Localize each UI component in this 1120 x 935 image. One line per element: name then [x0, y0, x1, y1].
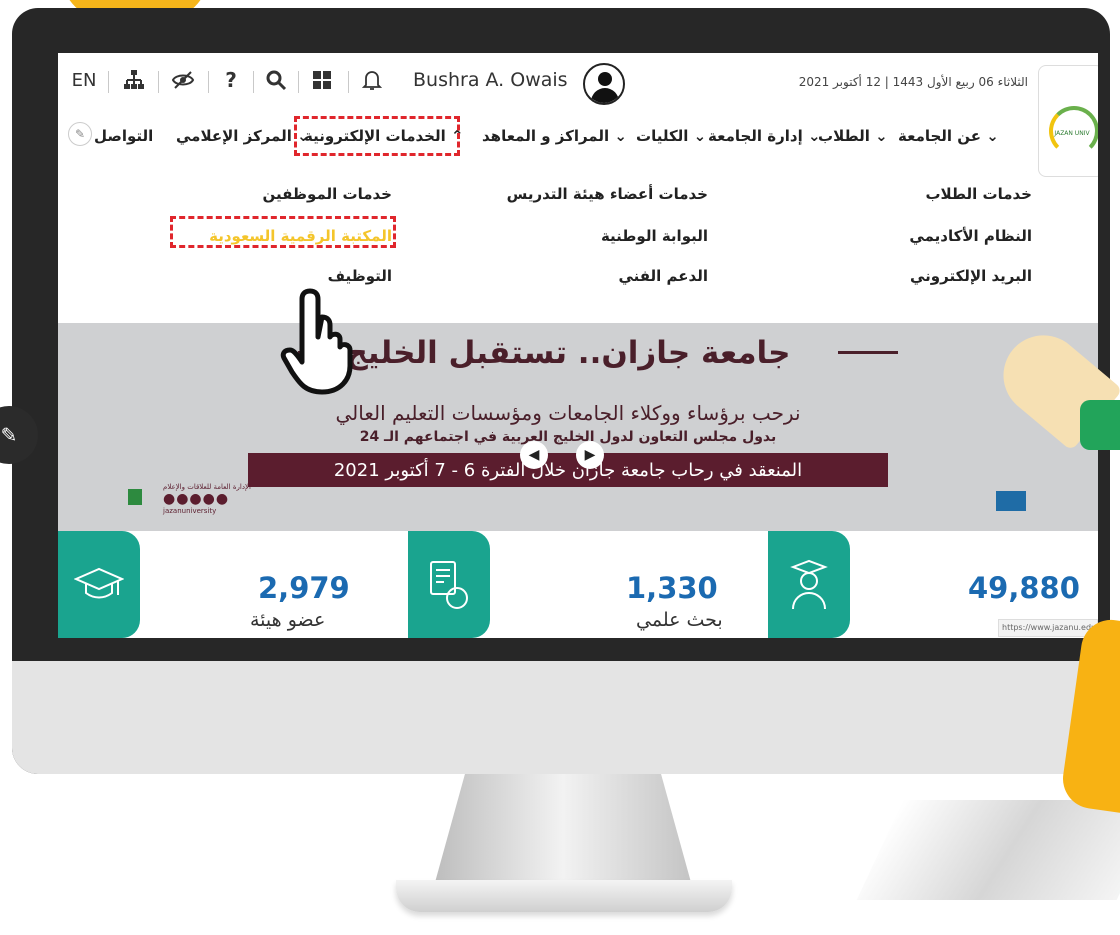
highlight-digital-library: [170, 216, 396, 248]
monitor-stand: [434, 774, 692, 886]
menu-academic-system[interactable]: النظام الأكاديمي: [872, 227, 1032, 245]
decorative-sleeve: [1080, 400, 1120, 450]
monitor-base: [396, 880, 732, 912]
apps-grid-icon[interactable]: [306, 65, 338, 95]
current-date: الثلاثاء 06 ربيع الأول 1443 | 12 أكتوبر …: [798, 75, 1028, 89]
browser-screen: EN ? Bushra A. Owais الثلاثاء 06 ربيع ال…: [58, 53, 1098, 638]
slide-indicator-blue: [996, 491, 1026, 511]
stat-faculty-label: عضو هيئة: [250, 609, 326, 631]
menu-faculty-services[interactable]: خدمات أعضاء هيئة التدريس: [478, 185, 708, 203]
monitor-chin: [12, 661, 1110, 774]
user-name[interactable]: Bushra A. Owais: [413, 69, 568, 91]
carousel-next-arrow[interactable]: ▶: [576, 441, 604, 469]
banner-date-strip: المنعقد في رحاب جامعة جازان خلال الفترة …: [248, 453, 888, 487]
carousel-prev-arrow[interactable]: ◀: [520, 441, 548, 469]
accessibility-eye-icon[interactable]: [166, 65, 200, 95]
user-avatar[interactable]: [583, 63, 625, 105]
main-navigation: عن الجامعة ⌄ الطلاب ⌄ إدارة الجامعة ⌄ ال…: [58, 117, 1038, 159]
menu-technical-support[interactable]: الدعم الفني: [478, 267, 708, 285]
stat-research: 1,330 بحث علمي: [408, 531, 728, 638]
menu-student-services[interactable]: خدمات الطلاب: [872, 185, 1032, 203]
menu-national-portal[interactable]: البوابة الوطنية: [478, 227, 708, 245]
menu-employment[interactable]: التوظيف: [178, 267, 392, 285]
stat-faculty-value: 2,979: [258, 571, 350, 605]
notification-bell-icon[interactable]: [356, 65, 388, 95]
nav-item-contact[interactable]: التواصل: [94, 127, 153, 145]
pointer-hand-icon: [280, 288, 353, 395]
menu-employee-services[interactable]: خدمات الموظفين: [178, 185, 392, 203]
nav-item-colleges[interactable]: الكليات ⌄: [636, 127, 706, 145]
media-dept-logo: الإدارة العامة للعلاقات والإعلام ●●●●● j…: [163, 483, 251, 515]
top-utility-bar: EN ? Bushra A. Owais الثلاثاء 06 ربيع ال…: [58, 53, 1098, 115]
nav-item-students[interactable]: الطلاب ⌄: [818, 127, 888, 145]
research-flask-icon: [408, 531, 490, 638]
status-bar-url: https://www.jazanu.edu.sa: [998, 619, 1098, 637]
graduate-student-icon: [768, 531, 850, 638]
search-icon[interactable]: [260, 65, 292, 95]
stat-research-value: 1,330: [626, 571, 718, 605]
highlight-e-services: [294, 116, 460, 156]
stat-research-label: بحث علمي: [636, 609, 723, 631]
monitor-bezel: EN ? Bushra A. Owais الثلاثاء 06 ربيع ال…: [12, 8, 1110, 774]
slide-indicator: [128, 489, 142, 505]
jazan-university-logo[interactable]: JAZAN UNIV: [1038, 65, 1098, 177]
banner-subtitle-2: بدول مجلس التعاون لدول الخليج العربية في…: [359, 429, 777, 445]
stat-students-value: 49,880: [968, 571, 1080, 605]
hero-banner[interactable]: جامعة جازان.. تستقبل الخليج نرحب برؤساء …: [58, 323, 1098, 531]
help-icon[interactable]: ?: [216, 65, 246, 95]
pencil-icon[interactable]: ✎: [68, 122, 92, 146]
nav-item-administration[interactable]: إدارة الجامعة ⌄: [708, 127, 821, 145]
nav-item-centers[interactable]: المراكز و المعاهد ⌄: [482, 127, 627, 145]
sitemap-icon[interactable]: [118, 65, 150, 95]
nav-item-media-center[interactable]: المركز الإعلامي ⌄: [176, 127, 310, 145]
language-toggle[interactable]: EN: [66, 65, 102, 95]
banner-subtitle: نرحب برؤساء ووكلاء الجامعات ومؤسسات التع…: [335, 401, 801, 425]
floor-shadow: [856, 800, 1120, 900]
stat-faculty: 2,979 عضو هيئة: [58, 531, 378, 638]
nav-item-about[interactable]: عن الجامعة ⌄: [898, 127, 999, 145]
graduation-cap-icon: [58, 531, 140, 638]
menu-email[interactable]: البريد الإلكتروني: [872, 267, 1032, 285]
